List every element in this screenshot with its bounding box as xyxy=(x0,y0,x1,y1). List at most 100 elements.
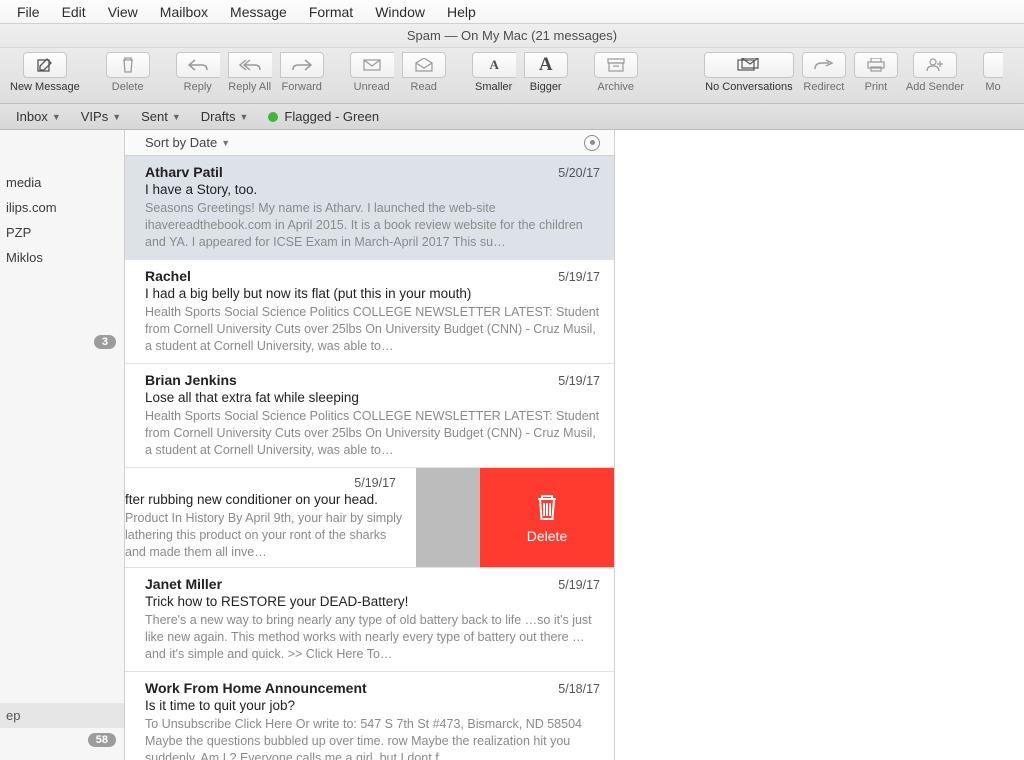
toolbar: New Message Delete Reply Reply All Forwa… xyxy=(0,48,1024,104)
message-preview: Seasons Greetings! My name is Atharv. I … xyxy=(145,200,600,250)
sidebar-item-label: media xyxy=(6,175,41,190)
message-date: 5/19/17 xyxy=(558,578,600,592)
message-sender: Work From Home Announcement xyxy=(145,680,367,696)
menu-view[interactable]: View xyxy=(97,4,149,20)
message-preview: Health Sports Social Science Politics CO… xyxy=(145,304,600,354)
fav-inbox-label: Inbox xyxy=(16,109,48,124)
reply-all-button[interactable]: Reply All xyxy=(224,52,276,93)
message-date: 5/20/17 xyxy=(558,166,600,180)
sidebar-item[interactable]: PZP xyxy=(0,220,124,245)
sidebar-item-label: Miklos xyxy=(6,250,43,265)
delete-label: Delete xyxy=(112,81,144,93)
swipe-delete-label: Delete xyxy=(527,528,567,544)
smaller-button[interactable]: A Smaller xyxy=(468,52,520,93)
smaller-label: Smaller xyxy=(475,81,512,93)
unread-filter-icon[interactable] xyxy=(584,135,600,151)
sidebar: media ilips.com PZP Miklos 3 ep 58 xyxy=(0,130,125,760)
trash-icon xyxy=(534,492,560,522)
archive-icon xyxy=(594,52,638,78)
message-row[interactable]: Janet Miller 5/19/17 Trick how to RESTOR… xyxy=(125,568,614,672)
sort-label: Sort by Date xyxy=(145,135,217,150)
menu-format[interactable]: Format xyxy=(298,4,364,20)
read-label: Read xyxy=(411,81,437,93)
message-list: Sort by Date ▼ Atharv Patil 5/20/17 I ha… xyxy=(125,130,615,760)
message-preview: To Unsubscribe Click Here Or write to: 5… xyxy=(145,716,600,760)
add-sender-button[interactable]: Add Sender xyxy=(902,52,968,93)
new-message-label: New Message xyxy=(10,81,80,93)
count-badge: 58 xyxy=(88,733,116,747)
fav-flagged-green[interactable]: Flagged - Green xyxy=(258,109,389,124)
more-button-cut[interactable]: Mo xyxy=(968,52,1018,93)
forward-icon xyxy=(280,52,324,78)
message-row[interactable]: Rachel 5/19/17 I had a big belly but now… xyxy=(125,260,614,364)
sidebar-item[interactable]: Miklos xyxy=(0,245,124,270)
chevron-down-icon: ▼ xyxy=(172,112,181,122)
more-icon xyxy=(983,52,1003,78)
message-subject: I had a big belly but now its flat (put … xyxy=(145,286,600,301)
print-button[interactable]: Print xyxy=(850,52,902,93)
message-sender: Janet Miller xyxy=(145,576,222,592)
fav-drafts-label: Drafts xyxy=(201,109,236,124)
print-icon xyxy=(854,52,898,78)
menu-mailbox[interactable]: Mailbox xyxy=(149,4,219,20)
chevron-down-icon: ▼ xyxy=(239,112,248,122)
sidebar-drafts-badge-row[interactable]: 3 xyxy=(0,330,124,354)
new-message-button[interactable]: New Message xyxy=(6,52,84,93)
message-row[interactable]: Brian Jenkins 5/19/17 Lose all that extr… xyxy=(125,364,614,468)
message-row-swiped[interactable]: 5/19/17 fter rubbing new conditioner on … xyxy=(125,468,614,568)
swipe-delete-action[interactable]: Delete xyxy=(480,468,614,567)
envelope-closed-icon xyxy=(350,52,394,78)
trash-icon xyxy=(106,52,150,78)
green-flag-icon xyxy=(268,112,278,122)
fav-drafts[interactable]: Drafts ▼ xyxy=(191,109,259,124)
message-sender: Brian Jenkins xyxy=(145,372,237,388)
redirect-button[interactable]: Redirect xyxy=(798,52,850,93)
bigger-button[interactable]: A Bigger xyxy=(520,52,572,93)
messages-container: Atharv Patil 5/20/17 I have a Story, too… xyxy=(125,156,614,760)
conversations-icon xyxy=(704,52,794,78)
menu-file[interactable]: File xyxy=(6,4,51,20)
reply-button[interactable]: Reply xyxy=(172,52,224,93)
chevron-down-icon: ▼ xyxy=(52,112,61,122)
reply-label: Reply xyxy=(184,81,212,93)
message-row[interactable]: Work From Home Announcement 5/18/17 Is i… xyxy=(125,672,614,760)
more-label: Mo xyxy=(985,81,1000,93)
read-button[interactable]: Read xyxy=(398,52,450,93)
sidebar-item-label: PZP xyxy=(6,225,31,240)
redirect-label: Redirect xyxy=(803,81,844,93)
fav-sent[interactable]: Sent ▼ xyxy=(131,109,191,124)
no-conversations-label: No Conversations xyxy=(705,81,792,93)
redirect-icon xyxy=(802,52,846,78)
message-preview: There's a new way to bring nearly any ty… xyxy=(145,612,600,662)
forward-button[interactable]: Forward xyxy=(276,52,328,93)
menu-message[interactable]: Message xyxy=(219,4,298,20)
drafts-count-badge: 3 xyxy=(94,335,116,349)
fav-vips[interactable]: VIPs ▼ xyxy=(71,109,131,124)
message-row[interactable]: Atharv Patil 5/20/17 I have a Story, too… xyxy=(125,156,614,260)
sidebar-item[interactable]: media xyxy=(0,170,124,195)
menu-help[interactable]: Help xyxy=(436,4,487,20)
message-date: 5/19/17 xyxy=(354,476,396,490)
no-conversations-button[interactable]: No Conversations xyxy=(700,52,798,93)
message-subject: Lose all that extra fat while sleeping xyxy=(145,390,600,405)
archive-label: Archive xyxy=(597,81,634,93)
chevron-down-icon: ▼ xyxy=(112,112,121,122)
message-sender: Rachel xyxy=(145,268,191,284)
add-sender-label: Add Sender xyxy=(906,81,964,93)
sidebar-item-bottom[interactable]: 58 xyxy=(0,728,124,752)
archive-button[interactable]: Archive xyxy=(590,52,642,93)
delete-button[interactable]: Delete xyxy=(102,52,154,93)
menubar: File Edit View Mailbox Message Format Wi… xyxy=(0,0,1024,24)
sort-bar[interactable]: Sort by Date ▼ xyxy=(125,130,614,156)
unread-button[interactable]: Unread xyxy=(346,52,398,93)
sidebar-item[interactable]: ilips.com xyxy=(0,195,124,220)
message-date: 5/19/17 xyxy=(558,374,600,388)
fav-inbox[interactable]: Inbox ▼ xyxy=(6,109,71,124)
forward-label: Forward xyxy=(282,81,322,93)
message-subject: I have a Story, too. xyxy=(145,182,600,197)
sidebar-item-selected[interactable]: ep xyxy=(0,703,124,728)
menu-window[interactable]: Window xyxy=(364,4,436,20)
swipe-more-action[interactable] xyxy=(416,468,480,567)
menu-edit[interactable]: Edit xyxy=(51,4,97,20)
sidebar-item-label: ilips.com xyxy=(6,200,57,215)
